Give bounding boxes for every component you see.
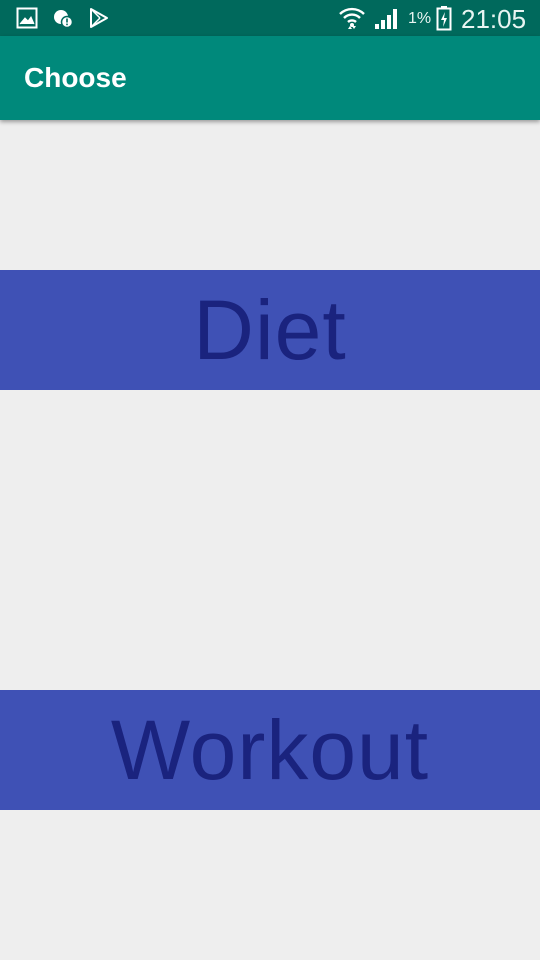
page-title: Choose [24, 62, 127, 93]
battery-charging-icon [436, 5, 452, 31]
status-bar: 1% 21:05 [0, 0, 540, 36]
alert-cloud-icon [52, 7, 74, 29]
main-content: Diet Workout [0, 120, 540, 960]
signal-icon [374, 6, 400, 30]
workout-button[interactable]: Workout [0, 690, 540, 810]
wifi-icon [338, 5, 366, 31]
diet-button[interactable]: Diet [0, 270, 540, 390]
battery-percent: 1% [408, 10, 432, 27]
image-icon [16, 7, 38, 29]
app-bar: Choose [0, 36, 540, 120]
clock: 21:05 [461, 4, 527, 34]
play-store-icon [88, 7, 110, 29]
